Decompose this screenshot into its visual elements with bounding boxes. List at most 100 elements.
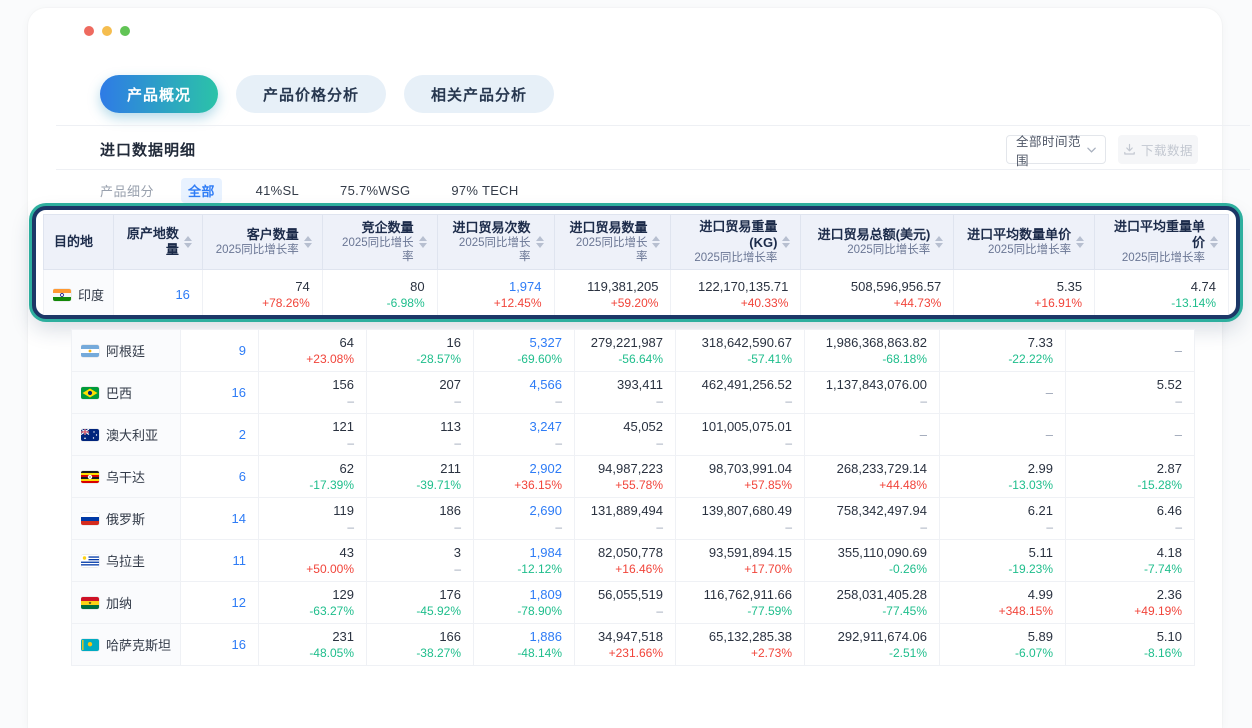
growth-rate: – [587, 604, 663, 619]
cell-value: 56,055,519 [587, 586, 663, 603]
trade-count-cell: 1,974+12.45% [437, 270, 554, 320]
filter-option-97-tech[interactable]: 97% TECH [444, 180, 525, 201]
trade-count-link[interactable]: 1,809 [486, 586, 562, 603]
sort-icon[interactable] [419, 236, 427, 248]
sort-icon[interactable] [1076, 236, 1084, 248]
avg-quantity-price-cell: 4.99+348.15% [940, 582, 1066, 624]
origin-count-link[interactable]: 11 [193, 552, 246, 569]
origin-count-link[interactable]: 12 [193, 594, 246, 611]
cell-value: 121 [271, 418, 354, 435]
table-row[interactable]: 巴西16156–207–4,566–393,411–462,491,256.52… [72, 372, 1195, 414]
trade-count-link[interactable]: 2,902 [486, 460, 562, 477]
filter-option-all[interactable]: 全部 [181, 178, 222, 203]
trade-quantity-cell: 119,381,205+59.20% [554, 270, 671, 320]
trade-amount-cell: 758,342,497.94– [805, 498, 940, 540]
cell-value: 94,987,223 [587, 460, 663, 477]
growth-rate: -48.14% [486, 646, 562, 661]
column-header-customer-count[interactable]: 客户数量2025同比增长率 [202, 215, 322, 270]
origin-count-cell: 6 [181, 456, 259, 498]
trade-count-link[interactable]: 2,690 [486, 502, 562, 519]
column-header-trade-count[interactable]: 进口贸易次数2025同比增长率 [437, 215, 554, 270]
cell-value: 16 [379, 334, 461, 351]
cell-value: 258,031,405.28 [817, 586, 927, 603]
cell-value: 34,947,518 [587, 628, 663, 645]
time-range-select[interactable]: 全部时间范围 [1006, 135, 1106, 164]
origin-count-cell: 16 [114, 270, 203, 320]
table-row[interactable]: 乌干达662-17.39%211-39.71%2,902+36.15%94,98… [72, 456, 1195, 498]
column-header-trade-amount[interactable]: 进口贸易总额(美元)2025同比增长率 [801, 215, 954, 270]
cell-value: 6.21 [952, 502, 1053, 519]
table-row[interactable]: 俄罗斯14119–186–2,690–131,889,494–139,807,6… [72, 498, 1195, 540]
sort-icon[interactable] [935, 236, 943, 248]
empty-value: – [1078, 427, 1182, 442]
growth-rate: – [486, 436, 562, 451]
trade-count-link[interactable]: 3,247 [486, 418, 562, 435]
sort-icon[interactable] [184, 236, 192, 248]
download-data-button[interactable]: 下载数据 [1118, 135, 1198, 164]
table-row[interactable]: 加纳12129-63.27%176-45.92%1,809-78.90%56,0… [72, 582, 1195, 624]
empty-value: – [952, 427, 1053, 442]
growth-rate: +17.70% [688, 562, 792, 577]
origin-count-link[interactable]: 14 [193, 510, 246, 527]
trade-count-link[interactable]: 5,327 [486, 334, 562, 351]
trade-count-cell: 3,247– [474, 414, 575, 456]
table-row[interactable]: 乌拉圭1143+50.00%3–1,984-12.12%82,050,778+1… [72, 540, 1195, 582]
column-header-origin-count[interactable]: 原产地数量 [114, 215, 203, 270]
origin-count-link[interactable]: 9 [193, 342, 246, 359]
table-row[interactable]: 哈萨克斯坦16231-48.05%166-38.27%1,886-48.14%3… [72, 624, 1195, 666]
trade-count-link[interactable]: 1,984 [486, 544, 562, 561]
trade-quantity-cell: 82,050,778+16.46% [575, 540, 676, 582]
filter-option-41-sl[interactable]: 41%SL [249, 180, 306, 201]
table-row[interactable]: 印度1674+78.26%80-6.98%1,974+12.45%119,381… [44, 270, 1229, 320]
sort-icon[interactable] [782, 236, 790, 248]
window-minimize-button[interactable] [102, 26, 112, 36]
filter-label: 产品细分 [100, 181, 154, 200]
origin-count-link[interactable]: 16 [193, 384, 246, 401]
origin-count-link[interactable]: 6 [193, 468, 246, 485]
sort-icon[interactable] [652, 236, 660, 248]
cell-value: 292,911,674.06 [817, 628, 927, 645]
column-header-avg-weight-price[interactable]: 进口平均重量单价2025同比增长率 [1095, 215, 1229, 270]
table-row[interactable]: 澳大利亚2121–113–3,247–45,052–101,005,075.01… [72, 414, 1195, 456]
cell-value: 74 [215, 278, 310, 295]
trade-count-link[interactable]: 1,886 [486, 628, 562, 645]
sort-icon[interactable] [1210, 236, 1218, 248]
window-zoom-button[interactable] [120, 26, 130, 36]
country-name: 印度 [78, 285, 104, 304]
origin-count-link[interactable]: 2 [193, 426, 246, 443]
trade-amount-cell: 1,986,368,863.82-68.18% [805, 330, 940, 372]
column-header-competitor-count[interactable]: 竞企数量2025同比增长率 [322, 215, 437, 270]
tab-product-price-analysis[interactable]: 产品价格分析 [236, 75, 386, 113]
growth-rate: – [379, 520, 461, 535]
column-header-trade-weight[interactable]: 进口贸易重量(KG)2025同比增长率 [671, 215, 801, 270]
tab-related-product-analysis[interactable]: 相关产品分析 [404, 75, 554, 113]
column-header-avg-quantity-price[interactable]: 进口平均数量单价2025同比增长率 [954, 215, 1095, 270]
sort-icon[interactable] [304, 236, 312, 248]
trade-count-link[interactable]: 1,974 [450, 278, 542, 295]
trade-count-link[interactable]: 4,566 [486, 376, 562, 393]
country-cell: 加纳 [72, 582, 181, 624]
cell-value: 2.99 [952, 460, 1053, 477]
origin-count-link[interactable]: 16 [126, 286, 190, 303]
country-cell: 阿根廷 [72, 330, 181, 372]
column-header-trade-quantity[interactable]: 进口贸易数量2025同比增长率 [554, 215, 671, 270]
tab-product-overview[interactable]: 产品概况 [100, 75, 218, 113]
cell-value: 231 [271, 628, 354, 645]
customer-count-cell: 156– [259, 372, 367, 414]
table-row[interactable]: 阿根廷964+23.08%16-28.57%5,327-69.60%279,22… [72, 330, 1195, 372]
growth-rate: +36.15% [486, 478, 562, 493]
trade-amount-cell: 355,110,090.69-0.26% [805, 540, 940, 582]
growth-rate: – [486, 520, 562, 535]
customer-count-cell: 43+50.00% [259, 540, 367, 582]
filter-option-75-7-wsg[interactable]: 75.7%WSG [333, 180, 417, 201]
sort-icon[interactable] [536, 236, 544, 248]
trade-amount-cell: 508,596,956.57+44.73% [801, 270, 954, 320]
trade-count-cell: 1,984-12.12% [474, 540, 575, 582]
cell-value: 156 [271, 376, 354, 393]
window-close-button[interactable] [84, 26, 94, 36]
origin-count-link[interactable]: 16 [193, 636, 246, 653]
growth-rate: -15.28% [1078, 478, 1182, 493]
trade-weight-cell: 318,642,590.67-57.41% [676, 330, 805, 372]
avg-weight-price-cell: 4.74-13.14% [1095, 270, 1229, 320]
cell-value: 131,889,494 [587, 502, 663, 519]
